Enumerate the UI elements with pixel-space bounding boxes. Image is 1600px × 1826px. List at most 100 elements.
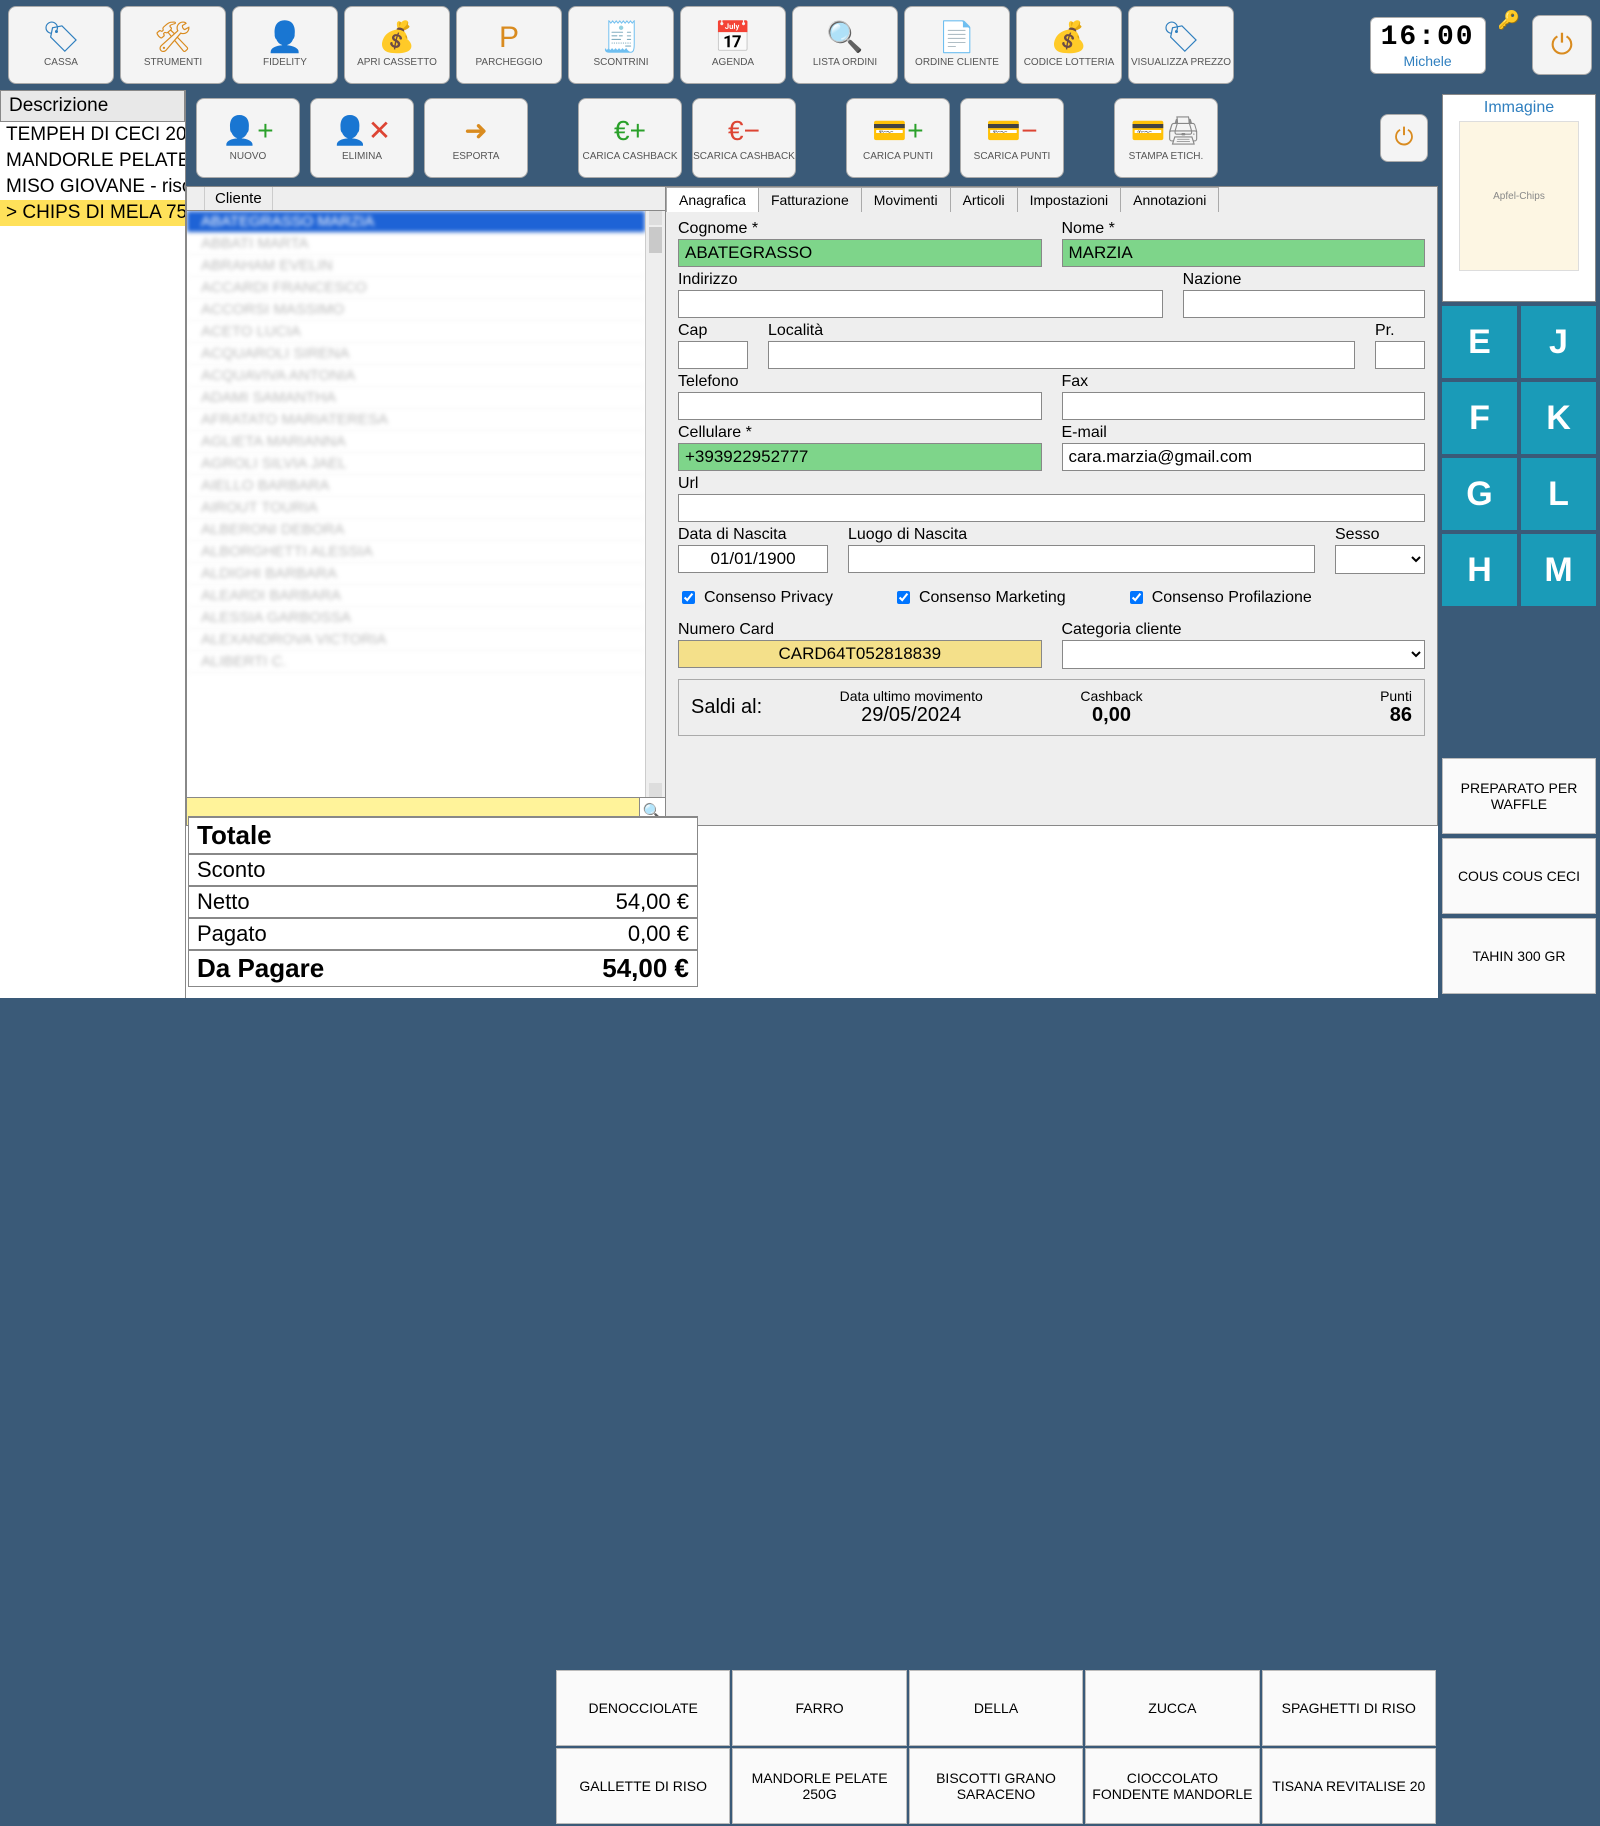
tab-anagrafica[interactable]: Anagrafica bbox=[666, 187, 759, 212]
product-cell[interactable]: TISANA REVITALISE 20 bbox=[1262, 1748, 1436, 1824]
scontrini-icon: 🧾 bbox=[602, 23, 639, 53]
client-row[interactable]: ACCARDI FRANCESCO bbox=[187, 277, 645, 299]
ticket-item[interactable]: TEMPEH DI CECI 200 bbox=[0, 122, 185, 148]
tab-articoli[interactable]: Articoli bbox=[950, 187, 1018, 212]
client-rows[interactable]: ABATEGRASSO MARZIAABBATI MARTAABRAHAM EV… bbox=[187, 211, 645, 797]
product-cell[interactable]: MANDORLE PELATE 250G bbox=[732, 1748, 906, 1824]
product-cell[interactable]: COUS COUS CECI bbox=[1442, 838, 1596, 914]
key-H[interactable]: H bbox=[1442, 534, 1517, 606]
nome-field[interactable] bbox=[1062, 239, 1426, 267]
consenso-profilazione-checkbox[interactable]: Consenso Profilazione bbox=[1126, 588, 1312, 607]
sub-carica-cashback[interactable]: €+CARICA CASHBACK bbox=[578, 98, 682, 178]
ticket-item[interactable]: MANDORLE PELATE bbox=[0, 148, 185, 174]
power-button[interactable]: ⏻ bbox=[1532, 15, 1592, 75]
ticket-item[interactable]: > CHIPS DI MELA 75 bbox=[0, 200, 185, 226]
client-row[interactable]: ADAMI SAMANTHA bbox=[187, 387, 645, 409]
luogo-nascita-field[interactable] bbox=[848, 545, 1315, 573]
cognome-field[interactable] bbox=[678, 239, 1042, 267]
top-codice-lotteria[interactable]: 💰CODICE LOTTERIA bbox=[1016, 6, 1122, 84]
indirizzo-field[interactable] bbox=[678, 290, 1163, 318]
client-row[interactable]: ACETO LUCIA bbox=[187, 321, 645, 343]
cap-field[interactable] bbox=[678, 341, 748, 369]
top-parcheggio[interactable]: PPARCHEGGIO bbox=[456, 6, 562, 84]
ticket-item[interactable]: MISO GIOVANE - riso bbox=[0, 174, 185, 200]
client-row[interactable]: ABATEGRASSO MARZIA bbox=[187, 211, 645, 233]
sub-esporta[interactable]: ➜ESPORTA bbox=[424, 98, 528, 178]
numero-card-field[interactable] bbox=[678, 640, 1042, 668]
product-cell[interactable]: FARRO bbox=[732, 1670, 906, 1746]
cellulare-field[interactable] bbox=[678, 443, 1042, 471]
product-cell[interactable]: SPAGHETTI DI RISO bbox=[1262, 1670, 1436, 1746]
client-row[interactable]: ACQUAVIVA ANTONIA bbox=[187, 365, 645, 387]
client-row[interactable]: ABBATI MARTA bbox=[187, 233, 645, 255]
client-row[interactable]: ACQUAROLI SIRENA bbox=[187, 343, 645, 365]
tab-impostazioni[interactable]: Impostazioni bbox=[1017, 187, 1122, 212]
client-row[interactable]: AGLIETA MARIANNA bbox=[187, 431, 645, 453]
close-dialog-button[interactable]: ⏻ bbox=[1380, 114, 1428, 162]
client-row[interactable]: ALESSIA GARBOSSA bbox=[187, 607, 645, 629]
top-scontrini[interactable]: 🧾SCONTRINI bbox=[568, 6, 674, 84]
top-visualizza-prezzo[interactable]: 🏷VISUALIZZA PREZZO bbox=[1128, 6, 1234, 84]
key-K[interactable]: K bbox=[1521, 382, 1596, 454]
top-lista-ordini[interactable]: 🔍LISTA ORDINI bbox=[792, 6, 898, 84]
client-row[interactable]: AGROLI SILVIA JAEL bbox=[187, 453, 645, 475]
product-cell[interactable]: PREPARATO PER WAFFLE bbox=[1442, 758, 1596, 834]
product-cell[interactable]: DELLA bbox=[909, 1670, 1083, 1746]
email-field[interactable] bbox=[1062, 443, 1426, 471]
fidelity-icon: 👤 bbox=[266, 23, 303, 53]
key-M[interactable]: M bbox=[1521, 534, 1596, 606]
top-strumenti[interactable]: 🛠STRUMENTI bbox=[120, 6, 226, 84]
client-row[interactable]: ALIBERTI C. bbox=[187, 651, 645, 673]
scrollbar[interactable] bbox=[645, 211, 665, 797]
tab-movimenti[interactable]: Movimenti bbox=[861, 187, 951, 212]
tab-fatturazione[interactable]: Fatturazione bbox=[758, 187, 862, 212]
categoria-field[interactable] bbox=[1062, 640, 1426, 669]
consenso-privacy-checkbox[interactable]: Consenso Privacy bbox=[678, 588, 833, 607]
client-row[interactable]: AFRATATO MARIATERESA bbox=[187, 409, 645, 431]
client-row[interactable]: ACCORSI MASSIMO bbox=[187, 299, 645, 321]
product-cell[interactable]: TAHIN 300 GR bbox=[1442, 918, 1596, 994]
sub-scarica-cashback[interactable]: €−SCARICA CASHBACK bbox=[692, 98, 796, 178]
data-nascita-field[interactable] bbox=[678, 545, 828, 573]
telefono-field[interactable] bbox=[678, 392, 1042, 420]
top-agenda[interactable]: 📅AGENDA bbox=[680, 6, 786, 84]
client-row[interactable]: ALEXANDROVA VICTORIA bbox=[187, 629, 645, 651]
key-F[interactable]: F bbox=[1442, 382, 1517, 454]
tab-annotazioni[interactable]: Annotazioni bbox=[1120, 187, 1219, 212]
client-row[interactable]: AIELLO BARBARA bbox=[187, 475, 645, 497]
top-apri-cassetto[interactable]: 💰APRI CASSETTO bbox=[344, 6, 450, 84]
strumenti-icon: 🛠 bbox=[154, 23, 192, 53]
client-row[interactable]: ALBERONI DEBORA bbox=[187, 519, 645, 541]
sub-nuovo[interactable]: 👤+NUOVO bbox=[196, 98, 300, 178]
key-G[interactable]: G bbox=[1442, 458, 1517, 530]
localita-field[interactable] bbox=[768, 341, 1355, 369]
key-J[interactable]: J bbox=[1521, 306, 1596, 378]
product-cell[interactable]: DENOCCIOLATE bbox=[556, 1670, 730, 1746]
fax-field[interactable] bbox=[1062, 392, 1426, 420]
consenso-marketing-checkbox[interactable]: Consenso Marketing bbox=[893, 588, 1066, 607]
top-fidelity[interactable]: 👤FIDELITY bbox=[232, 6, 338, 84]
product-cell[interactable]: GALLETTE DI RISO bbox=[556, 1748, 730, 1824]
client-row[interactable]: ABRAHAM EVELIN bbox=[187, 255, 645, 277]
top-ordine-cliente[interactable]: 📄ORDINE CLIENTE bbox=[904, 6, 1010, 84]
sub-stampa-etich-[interactable]: 💳🖨STAMPA ETICH. bbox=[1114, 98, 1218, 178]
key-L[interactable]: L bbox=[1521, 458, 1596, 530]
top-cassa[interactable]: 🏷CASSA bbox=[8, 6, 114, 84]
product-cell[interactable]: CIOCCOLATO FONDENTE MANDORLE bbox=[1085, 1748, 1259, 1824]
sesso-field[interactable] bbox=[1335, 545, 1425, 574]
client-row[interactable]: ALBORGHETTI ALESSIA bbox=[187, 541, 645, 563]
total-pagato: Pagato0,00 € bbox=[188, 918, 698, 950]
pr-field[interactable] bbox=[1375, 341, 1425, 369]
client-row[interactable]: ALDIGHI BARBARA bbox=[187, 563, 645, 585]
product-cell[interactable]: ZUCCA bbox=[1085, 1670, 1259, 1746]
sub-elimina[interactable]: 👤✕ELIMINA bbox=[310, 98, 414, 178]
key-E[interactable]: E bbox=[1442, 306, 1517, 378]
client-row[interactable]: AIROUT TOURIA bbox=[187, 497, 645, 519]
nazione-field[interactable] bbox=[1183, 290, 1425, 318]
sub-scarica-punti[interactable]: 💳−SCARICA PUNTI bbox=[960, 98, 1064, 178]
product-cell[interactable]: BISCOTTI GRANO SARACENO bbox=[909, 1748, 1083, 1824]
client-list-header[interactable]: Cliente bbox=[205, 187, 273, 210]
sub-carica-punti[interactable]: 💳+CARICA PUNTI bbox=[846, 98, 950, 178]
url-field[interactable] bbox=[678, 494, 1425, 522]
client-row[interactable]: ALEARDI BARBARA bbox=[187, 585, 645, 607]
